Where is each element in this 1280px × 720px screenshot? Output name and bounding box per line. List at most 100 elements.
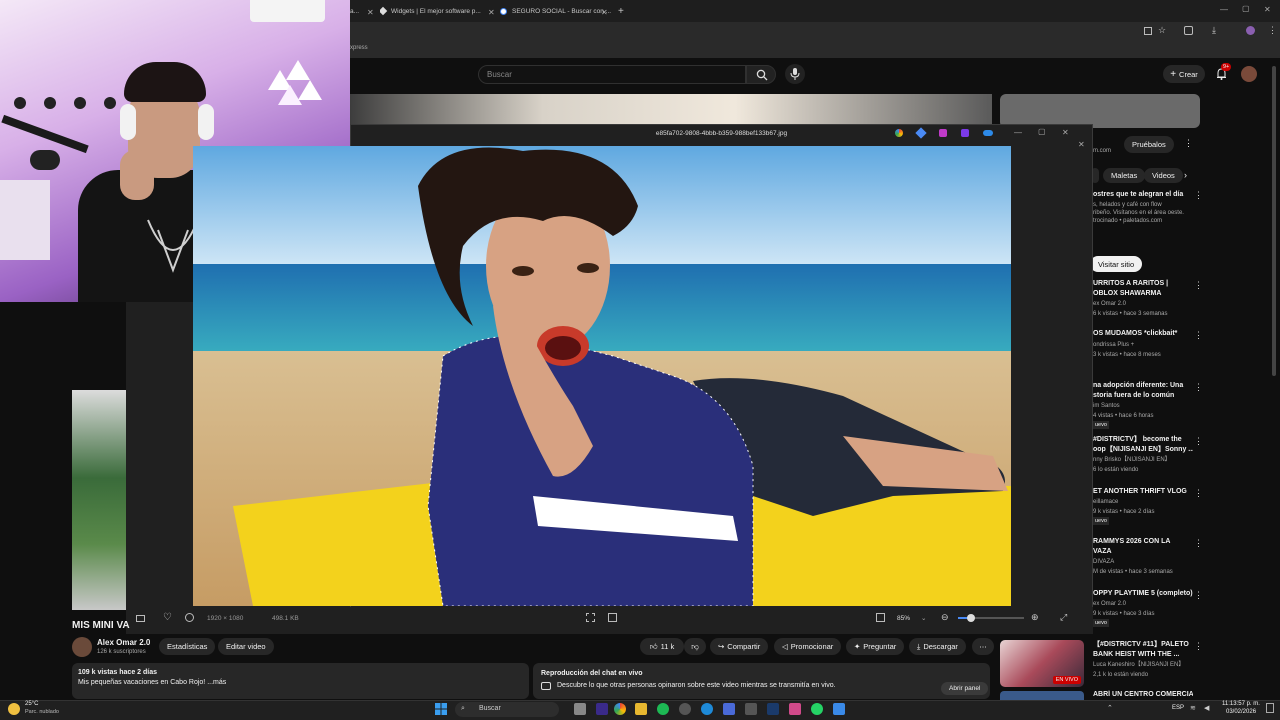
zoom-in-icon[interactable]: ⊕: [1031, 612, 1039, 623]
weather-icon[interactable]: [8, 703, 20, 715]
live-thumbnail[interactable]: EN VIVO: [1000, 640, 1084, 687]
tab-close-icon[interactable]: ✕: [595, 4, 608, 20]
more-icon[interactable]: ⋮: [1184, 138, 1193, 149]
chip-maletas[interactable]: Maletas: [1103, 168, 1146, 183]
more-icon[interactable]: ⋮: [1194, 590, 1203, 601]
erase-icon[interactable]: [608, 613, 617, 622]
next-thumbnail[interactable]: [1000, 691, 1084, 700]
fit-icon[interactable]: [876, 613, 885, 622]
video-player-left-edge[interactable]: [72, 390, 126, 610]
more-icon[interactable]: ⋮: [1194, 330, 1203, 341]
premiere-icon[interactable]: [596, 703, 608, 715]
scrollbar[interactable]: [1272, 66, 1276, 376]
file-explorer-icon[interactable]: [635, 703, 647, 715]
rec-title[interactable]: OBLOX SHAWARMA: [1093, 289, 1193, 299]
description-box[interactable]: 109 k vistas hace 2 días Mis pequeñas va…: [72, 663, 529, 699]
open-panel-button[interactable]: Abrir panel: [941, 682, 989, 695]
channel-name[interactable]: Alex Omar 2.0: [97, 638, 150, 647]
more-icon[interactable]: ⋮: [1194, 488, 1203, 499]
dislike-button[interactable]: 👎︎: [684, 638, 706, 655]
clock-time[interactable]: 11:13:57 p. m.: [1222, 701, 1260, 707]
xbox-icon[interactable]: [745, 703, 757, 715]
ask-button[interactable]: ✦ Preguntar: [846, 638, 905, 655]
rec-title[interactable]: oop【NIJISANJI EN】Sonny ...: [1093, 445, 1193, 455]
ad-banner-image[interactable]: [1000, 94, 1200, 128]
zoom-slider[interactable]: [958, 614, 1024, 622]
clock-date[interactable]: 03/02/2026: [1226, 709, 1256, 715]
task-view-icon[interactable]: [574, 703, 586, 715]
chip-videos[interactable]: Videos: [1144, 168, 1183, 183]
close-window-icon[interactable]: ✕: [1264, 5, 1271, 14]
tab-close-icon[interactable]: ✕: [482, 4, 495, 20]
crop-icon[interactable]: [586, 613, 595, 622]
rec-title[interactable]: RAMMYS 2026 CON LA: [1093, 537, 1193, 547]
whatsapp-icon[interactable]: [811, 703, 823, 715]
taskbar-search[interactable]: ⌕ Buscar: [455, 702, 559, 717]
rec-title[interactable]: OPPY PLAYTIME 5 (completo): [1093, 589, 1193, 599]
download-button[interactable]: ⤓ Descargar: [909, 638, 966, 655]
create-button[interactable]: + Crear: [1163, 65, 1205, 83]
rec-title[interactable]: URRITOS A RARITOS |: [1093, 279, 1193, 289]
notifications-button[interactable]: 9+: [1216, 63, 1232, 83]
profile-avatar[interactable]: [1246, 26, 1255, 35]
fullscreen-icon[interactable]: ⤢: [1060, 612, 1067, 623]
chevron-right-icon[interactable]: ›: [1184, 170, 1187, 180]
heart-icon[interactable]: ♡: [163, 612, 172, 623]
zoom-slider-knob[interactable]: [967, 614, 976, 622]
wifi-icon[interactable]: ≋: [1190, 704, 1196, 712]
star-icon[interactable]: ☆: [1158, 25, 1166, 36]
extensions-icon[interactable]: [1184, 26, 1193, 35]
photo-image[interactable]: [193, 146, 1011, 606]
store-icon[interactable]: [723, 703, 735, 715]
chevron-up-icon[interactable]: ⌃: [1107, 704, 1113, 712]
google-lens-icon[interactable]: [895, 129, 903, 137]
rec-title[interactable]: VAZA: [1093, 547, 1193, 557]
close-window-icon[interactable]: ✕: [1062, 128, 1069, 137]
video-player-top[interactable]: [350, 94, 992, 124]
search-input[interactable]: Buscar: [478, 65, 746, 84]
steam-icon[interactable]: [767, 703, 779, 715]
minimize-icon[interactable]: —: [1014, 128, 1022, 137]
edge-icon[interactable]: [701, 703, 713, 715]
rec-title[interactable]: ABRÍ UN CENTRO COMERCIAL: [1093, 690, 1193, 700]
zoom-level[interactable]: 85%: [897, 615, 910, 622]
search-button[interactable]: [746, 65, 776, 84]
designer-icon[interactable]: [939, 129, 947, 137]
cast-icon[interactable]: [1144, 27, 1152, 35]
tab-close-icon[interactable]: ✕: [361, 4, 374, 20]
spotify-icon[interactable]: [657, 703, 669, 715]
address-bar[interactable]: ☆ ⤓ ⋮: [350, 22, 1280, 42]
filmstrip-icon[interactable]: [136, 615, 145, 622]
github-icon[interactable]: [679, 703, 691, 715]
notification-center-icon[interactable]: [1266, 703, 1274, 713]
stats-button[interactable]: Estadísticas: [159, 638, 216, 655]
rec-title[interactable]: #DISTRICTV】 become the: [1093, 435, 1193, 445]
more-icon[interactable]: ⋮: [1194, 538, 1203, 549]
edit-video-button[interactable]: Editar video: [218, 638, 274, 655]
account-avatar[interactable]: [1241, 66, 1257, 82]
chrome-icon[interactable]: [614, 703, 626, 715]
app-icon[interactable]: [789, 703, 801, 715]
maximize-icon[interactable]: ▢: [1038, 127, 1046, 136]
volume-icon[interactable]: ◀: [1204, 704, 1209, 712]
rec-title[interactable]: BANK HEIST WITH THE ...: [1093, 650, 1193, 660]
maximize-icon[interactable]: ▢: [1242, 4, 1250, 13]
download-icon[interactable]: ⤓: [1212, 25, 1216, 36]
weather-temp[interactable]: 25°C: [25, 701, 38, 707]
more-icon[interactable]: ⋮: [1194, 436, 1203, 447]
promote-button[interactable]: ◁ Promocionar: [774, 638, 842, 655]
rec-title[interactable]: ET ANOTHER THRIFT VLOG: [1093, 487, 1193, 497]
clipchamp-icon[interactable]: [961, 129, 969, 137]
ad-cta-button[interactable]: Pruébalos: [1124, 136, 1174, 153]
photos-icon[interactable]: [833, 703, 845, 715]
onedrive-icon[interactable]: [983, 130, 993, 136]
info-icon[interactable]: [185, 613, 194, 622]
more-icon[interactable]: ⋮: [1194, 190, 1203, 201]
zoom-out-icon[interactable]: ⊖: [941, 612, 949, 623]
like-button[interactable]: 👍︎ 11 k: [640, 638, 684, 655]
windows-start-icon[interactable]: [435, 703, 447, 715]
share-button[interactable]: ↪ Compartir: [710, 638, 769, 655]
language-indicator[interactable]: ESP: [1172, 705, 1184, 711]
more-icon[interactable]: ⋮: [1194, 641, 1203, 652]
channel-avatar[interactable]: [72, 637, 92, 657]
